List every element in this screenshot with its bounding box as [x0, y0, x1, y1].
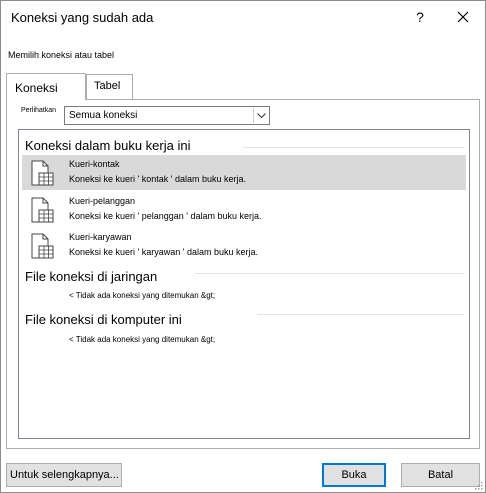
group-header-workbook: Koneksi dalam buku kerja ini	[25, 138, 191, 153]
item-description: Koneksi ke kueri ' karyawan ' dalam buku…	[69, 247, 259, 257]
resize-grip-icon[interactable]	[473, 480, 483, 490]
connections-list[interactable]: Koneksi dalam buku kerja ini Kueri-konta…	[18, 129, 470, 439]
cancel-button[interactable]: Batal	[401, 463, 480, 487]
close-button[interactable]	[448, 3, 478, 31]
item-description: Koneksi ke kueri ' kontak ' dalam buku k…	[69, 174, 247, 184]
close-icon	[457, 11, 469, 23]
item-name: Kueri-kontak	[69, 159, 120, 169]
dialog-instruction: Memilih koneksi atau tabel	[8, 50, 115, 60]
show-dropdown-value: Semua koneksi	[69, 110, 138, 121]
show-label: Perlihatkan	[21, 107, 57, 114]
query-connection-icon	[31, 197, 54, 223]
item-description: Koneksi ke kueri ' pelanggan ' dalam buk…	[69, 211, 262, 221]
item-name: Kueri-karyawan	[69, 232, 132, 242]
tab-tables-label: Tabel	[94, 80, 121, 92]
item-name: Kueri-pelanggan	[69, 196, 136, 206]
chevron-down-icon[interactable]	[253, 108, 268, 123]
help-button[interactable]: ?	[406, 3, 434, 31]
dialog-title: Koneksi yang sudah ada	[11, 10, 154, 25]
query-connection-icon	[31, 233, 54, 259]
list-item-kueri-pelanggan[interactable]: Kueri-pelanggan Koneksi ke kueri ' pelan…	[22, 192, 466, 227]
divider	[195, 273, 465, 274]
tab-connections-label: Koneksi	[15, 81, 58, 95]
browse-more-button[interactable]: Untuk selengkapnya...	[6, 463, 122, 487]
tab-connections[interactable]: Koneksi	[6, 73, 86, 100]
query-connection-icon	[31, 160, 54, 186]
tab-tables[interactable]: Tabel	[86, 74, 133, 99]
divider	[243, 147, 465, 148]
list-item-kueri-kontak[interactable]: Kueri-kontak Koneksi ke kueri ' kontak '…	[22, 155, 466, 190]
empty-message-network: < Tidak ada koneksi yang ditemukan &gt;	[69, 291, 216, 300]
list-item-kueri-karyawan[interactable]: Kueri-karyawan Koneksi ke kueri ' karyaw…	[22, 228, 466, 263]
group-header-network: File koneksi di jaringan	[25, 269, 158, 284]
title-bar: Koneksi yang sudah ada ?	[1, 1, 485, 35]
empty-message-computer: < Tidak ada koneksi yang ditemukan &gt;	[69, 335, 216, 344]
divider	[257, 314, 465, 315]
existing-connections-dialog: Koneksi yang sudah ada ? Memilih koneksi…	[0, 0, 486, 493]
group-header-computer: File koneksi di komputer ini	[25, 312, 182, 327]
show-dropdown[interactable]: Semua koneksi	[64, 106, 270, 125]
open-button[interactable]: Buka	[322, 463, 386, 487]
